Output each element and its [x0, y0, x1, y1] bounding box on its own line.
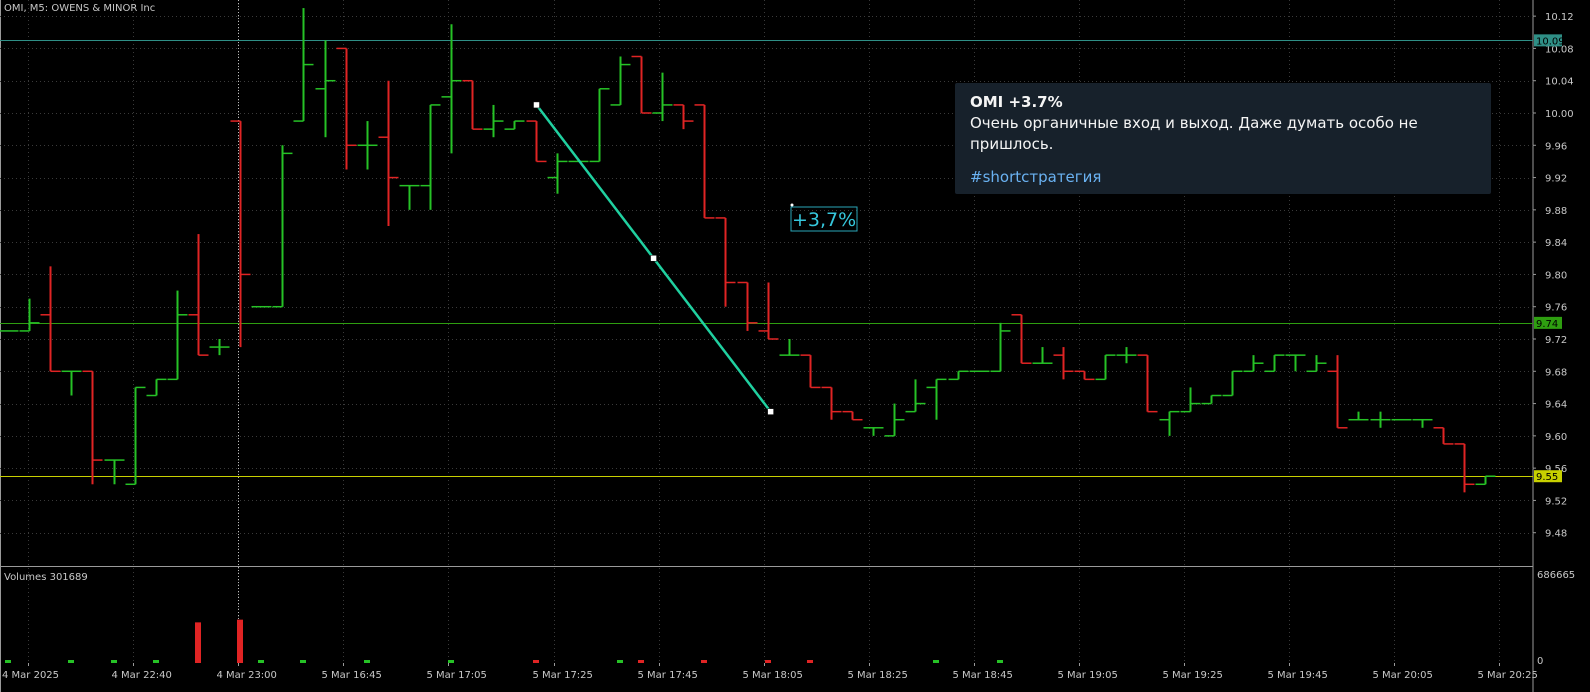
- price-tick-label: 9.96: [1545, 141, 1567, 152]
- time-tick-label: 5 Mar 16:45: [322, 670, 382, 681]
- card-title: OMI +3.7%: [970, 93, 1063, 111]
- time-tick-label: 5 Mar 18:45: [953, 670, 1013, 681]
- time-tick-label: 5 Mar 18:05: [743, 670, 803, 681]
- volume-bar: [111, 660, 117, 663]
- trend-label: +3,7%: [792, 209, 856, 231]
- price-tick-label: 9.80: [1545, 270, 1567, 281]
- price-tick-label: 9.72: [1545, 335, 1567, 346]
- price-tick-label: 10.00: [1545, 109, 1574, 120]
- volume-bar: [300, 660, 306, 663]
- volume-bar: [195, 622, 201, 663]
- trend-handle: [767, 408, 774, 415]
- volume-bar: [638, 660, 644, 663]
- price-tick-label: 9.48: [1545, 529, 1567, 540]
- trend-handle: [650, 255, 657, 262]
- volume-min-label: 0: [1537, 656, 1543, 667]
- volume-bar: [933, 660, 939, 663]
- symbol-info: OMI, M5: OWENS & MINOR Inc: [4, 3, 155, 14]
- time-tick-label: 5 Mar 20:05: [1373, 670, 1433, 681]
- price-tick-label: 10.04: [1545, 77, 1574, 88]
- time-tick-label: 5 Mar 17:05: [427, 670, 487, 681]
- price-tick-label: 9.68: [1545, 367, 1567, 378]
- card-hashtag[interactable]: #shortстратегия: [970, 167, 1476, 188]
- volume-bar: [68, 660, 74, 663]
- volume-bar: [258, 660, 264, 663]
- time-tick-label: 5 Mar 19:25: [1163, 670, 1223, 681]
- volume-bar: [617, 660, 623, 663]
- time-tick-label: 5 Mar 17:25: [533, 670, 593, 681]
- volume-bar: [5, 660, 11, 663]
- time-tick-label: 5 Mar 19:45: [1268, 670, 1328, 681]
- price-tick-label: 9.52: [1545, 496, 1567, 507]
- volume-bar: [997, 660, 1003, 663]
- time-tick-label: 5 Mar 20:25: [1478, 670, 1538, 681]
- volume-bar: [765, 660, 771, 663]
- trend-label-anchor: [790, 203, 794, 207]
- volume-bar: [364, 660, 370, 663]
- price-tick-label: 9.88: [1545, 206, 1567, 217]
- price-tick-label: 9.76: [1545, 303, 1567, 314]
- card-text: Очень органичные вход и выход. Даже дума…: [970, 114, 1418, 153]
- volume-bar: [448, 660, 454, 663]
- time-tick-label: 5 Mar 19:05: [1058, 670, 1118, 681]
- volume-bar: [153, 660, 159, 663]
- time-tick-label: 5 Mar 17:45: [638, 670, 698, 681]
- time-tick-label: 4 Mar 2025: [2, 670, 59, 681]
- level-tag-label: 10.09: [1536, 36, 1565, 47]
- message-card: OMI +3.7% Очень органичные вход и выход.…: [955, 83, 1491, 194]
- price-tick-label: 9.92: [1545, 174, 1567, 185]
- level-tag-label: 9.55: [1536, 472, 1558, 483]
- volume-max-label: 686665: [1537, 570, 1575, 581]
- price-tick-label: 9.64: [1545, 400, 1567, 411]
- price-tick-label: 9.84: [1545, 238, 1567, 249]
- price-tick-label: 9.60: [1545, 432, 1567, 443]
- volume-bar: [807, 660, 813, 663]
- time-tick-label: 4 Mar 22:40: [112, 670, 172, 681]
- volume-bar: [237, 619, 243, 663]
- trend-handle: [533, 101, 540, 109]
- volume-bar: [533, 660, 539, 663]
- volumes-label: Volumes 301689: [4, 572, 88, 583]
- level-tag-label: 9.74: [1536, 319, 1558, 330]
- time-tick-label: 5 Mar 18:25: [848, 670, 908, 681]
- volume-bar: [701, 660, 707, 663]
- time-tick-label: 4 Mar 23:00: [217, 670, 277, 681]
- price-tick-label: 10.12: [1545, 12, 1574, 23]
